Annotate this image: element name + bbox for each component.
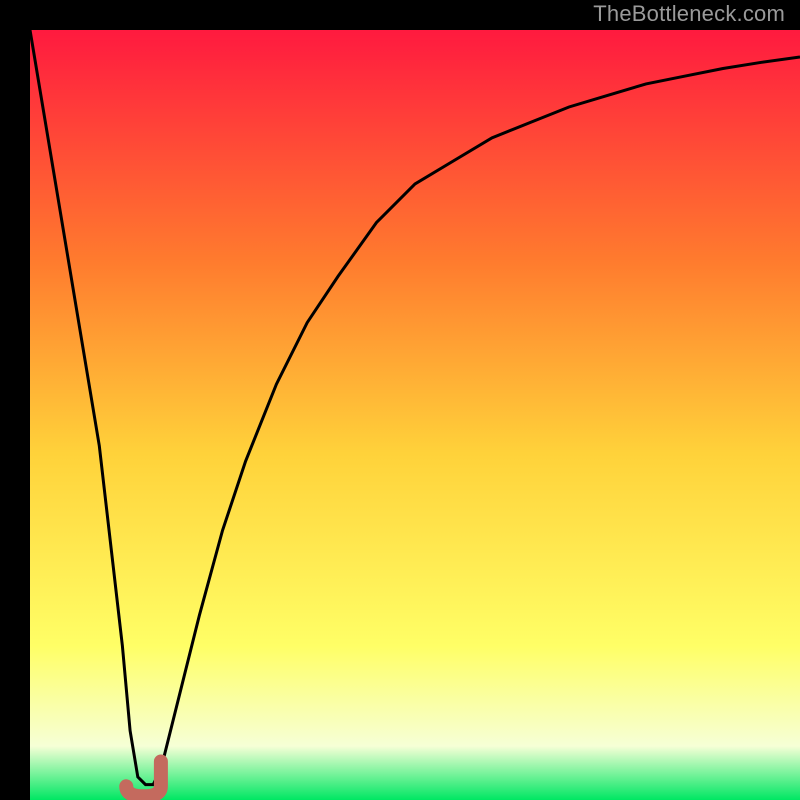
gradient-background: [30, 30, 800, 800]
watermark-text: TheBottleneck.com: [593, 1, 785, 27]
bottleneck-chart: [30, 30, 800, 800]
chart-frame: TheBottleneck.com: [15, 15, 785, 785]
